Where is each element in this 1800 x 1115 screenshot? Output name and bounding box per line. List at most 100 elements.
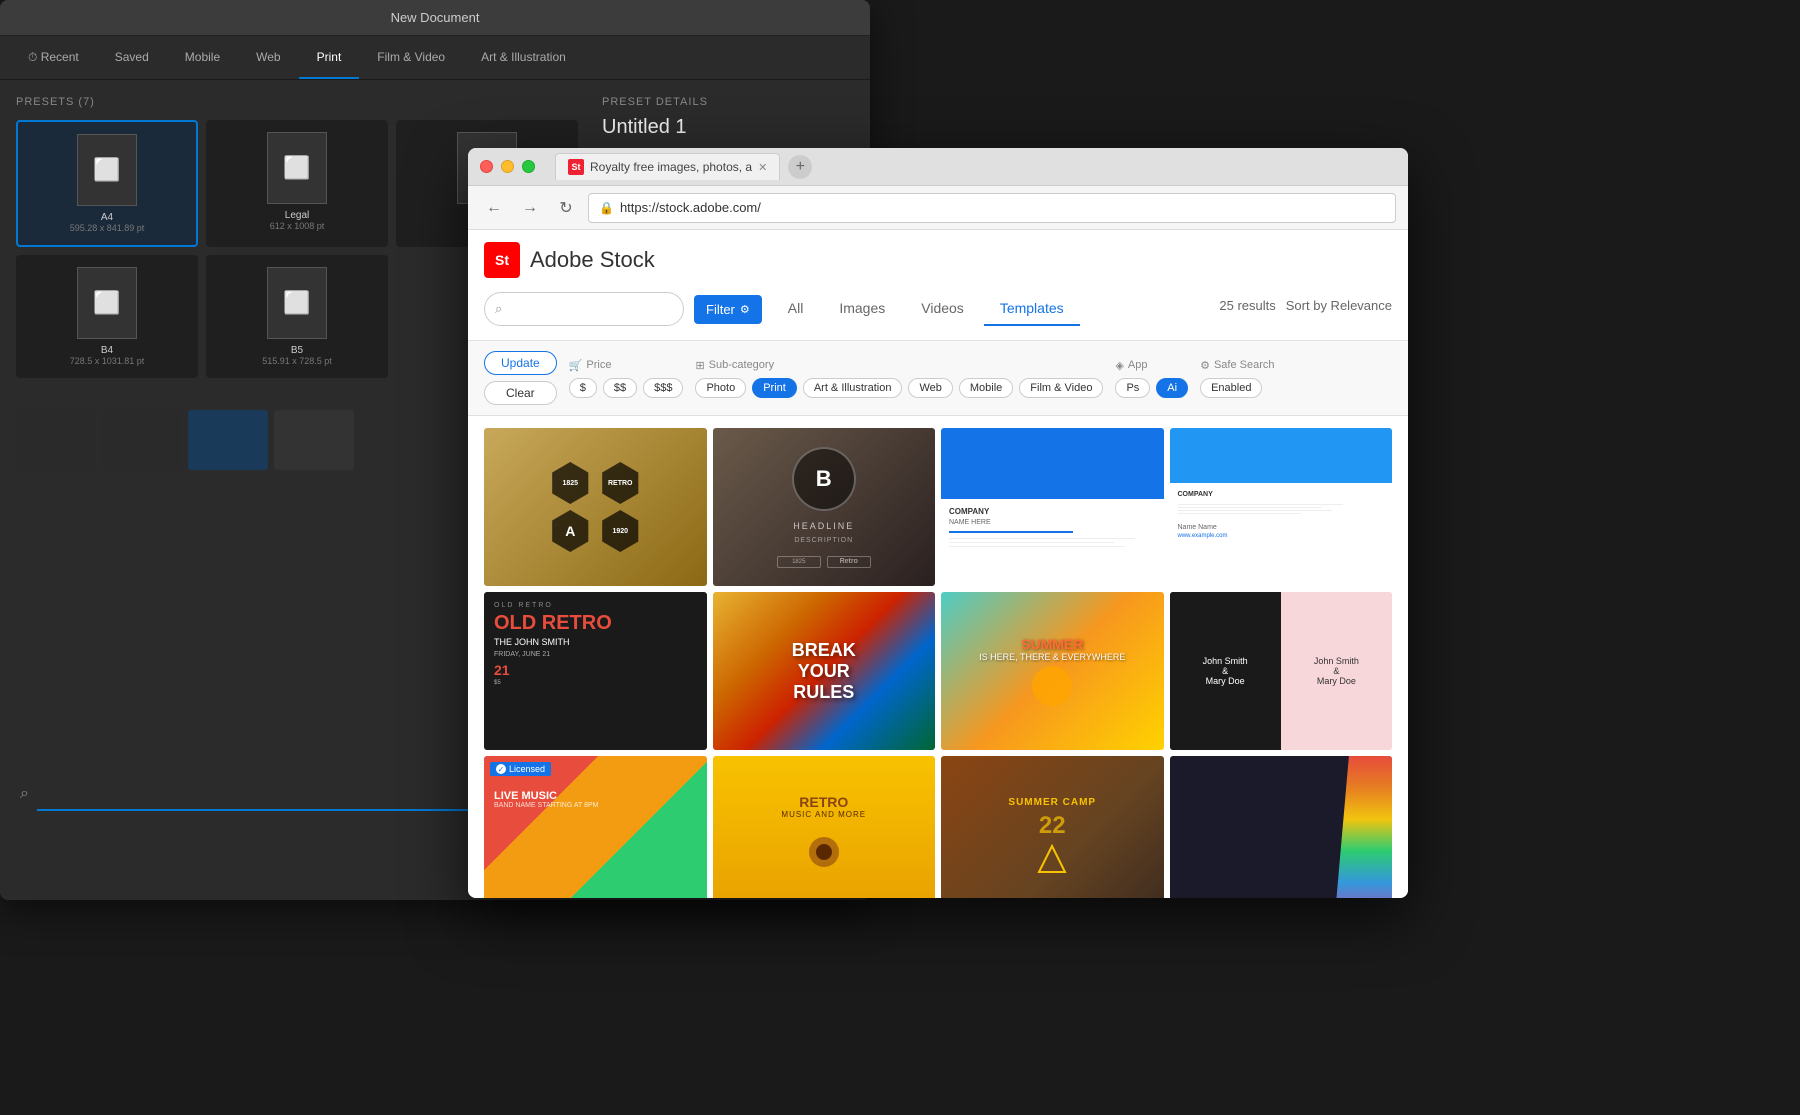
- tab-label: Royalty free images, photos, a: [590, 160, 752, 174]
- stock-item-4[interactable]: COMPANY Name Name www.example.com: [1170, 428, 1393, 586]
- tab-web[interactable]: Web: [238, 36, 298, 79]
- browser-window: St Royalty free images, photos, a ✕ + ← …: [468, 148, 1408, 898]
- stock-item-12[interactable]: [1170, 756, 1393, 898]
- sports-ball: [1032, 666, 1072, 706]
- stock-nav-tabs: All Images Videos Templates: [772, 292, 1080, 326]
- letterhead2-company: COMPANY: [1178, 491, 1385, 498]
- preset-name-a4: A4: [101, 212, 113, 223]
- maximize-button[interactable]: [522, 160, 535, 173]
- chip-print[interactable]: Print: [752, 378, 797, 398]
- gear-icon: ⚙: [1200, 359, 1210, 372]
- tab-print[interactable]: Print: [299, 36, 360, 79]
- preset-legal[interactable]: ⬜ Legal 612 x 1008 pt: [206, 120, 388, 247]
- badge-sub: DESCRIPTION: [794, 537, 853, 544]
- tab-close-button[interactable]: ✕: [758, 161, 767, 174]
- chip-film-video[interactable]: Film & Video: [1019, 378, 1103, 398]
- tab-film-video[interactable]: Film & Video: [359, 36, 463, 79]
- sort-dropdown[interactable]: Sort by Relevance: [1286, 298, 1392, 321]
- tab-templates[interactable]: Templates: [984, 292, 1080, 326]
- badge-circle-b: B: [792, 447, 856, 511]
- preset-details-title: Untitled 1: [602, 116, 846, 139]
- minimize-button[interactable]: [501, 160, 514, 173]
- stock-search-box[interactable]: ⌕: [484, 292, 684, 326]
- preset-b5[interactable]: ⬜ B5 515.91 x 728.5 pt: [206, 255, 388, 378]
- update-button[interactable]: Update: [484, 351, 557, 375]
- tab-mobile[interactable]: Mobile: [167, 36, 238, 79]
- stock-item-3[interactable]: COMPANY NAME HERE: [941, 428, 1164, 586]
- preset-icon-legal: ⬜: [267, 132, 327, 204]
- thumbnail-4[interactable]: [274, 410, 354, 470]
- badge-hex-1825: 1825: [549, 462, 591, 504]
- chip-art-illustration[interactable]: Art & Illustration: [803, 378, 903, 398]
- chip-mobile[interactable]: Mobile: [959, 378, 1013, 398]
- thumbnail-1[interactable]: [16, 410, 96, 470]
- safe-search-filter: ⚙ Safe Search Enabled: [1200, 359, 1274, 398]
- letterhead2-name: Name Name: [1178, 524, 1385, 531]
- reload-button[interactable]: ↻: [552, 194, 580, 222]
- preset-size-a4: 595.28 x 841.89 pt: [70, 223, 145, 233]
- preset-icon-b4: ⬜: [77, 267, 137, 339]
- badge-year-1825: 1825: [777, 556, 821, 568]
- adobe-stock-content: St Adobe Stock ⌕ Filter ⚙ All: [468, 230, 1408, 898]
- chip-ps[interactable]: Ps: [1115, 378, 1150, 398]
- preset-details-label: PRESET DETAILS: [602, 96, 846, 108]
- price-chip-3[interactable]: $$$: [643, 378, 683, 398]
- stock-item-2[interactable]: B HEADLINE DESCRIPTION 1825 Retro: [713, 428, 936, 586]
- filter-action-buttons: Update Clear: [484, 351, 557, 405]
- back-button[interactable]: ←: [480, 194, 508, 222]
- new-tab-button[interactable]: +: [788, 155, 812, 179]
- preset-a4[interactable]: ⬜ A4 595.28 x 841.89 pt: [16, 120, 198, 247]
- chip-enabled[interactable]: Enabled: [1200, 378, 1262, 398]
- retro-price: $5: [494, 680, 697, 686]
- clear-button[interactable]: Clear: [484, 381, 557, 405]
- stock-item-7[interactable]: SUMMER IS HERE, THERE & EVERYWHERE: [941, 592, 1164, 750]
- tab-videos[interactable]: Videos: [905, 292, 980, 326]
- grid-icon: ⊞: [695, 359, 704, 372]
- thumbnail-3[interactable]: [188, 410, 268, 470]
- badge-retro-text: Retro: [827, 556, 871, 568]
- tab-images[interactable]: Images: [823, 292, 901, 326]
- tab-saved[interactable]: Saved: [97, 36, 167, 79]
- stock-header: St Adobe Stock ⌕ Filter ⚙ All: [468, 230, 1408, 341]
- stock-item-8[interactable]: John Smith&Mary Doe John Smith&Mary Doe: [1170, 592, 1393, 750]
- stock-item-11[interactable]: SUMMER CAMP 22: [941, 756, 1164, 898]
- chip-web[interactable]: Web: [908, 378, 952, 398]
- camp-tent-icon: [1037, 844, 1067, 874]
- browser-tab[interactable]: St Royalty free images, photos, a ✕: [555, 153, 780, 180]
- chip-photo[interactable]: Photo: [695, 378, 746, 398]
- stock-item-6[interactable]: BREAKYOURRULES: [713, 592, 936, 750]
- preset-icon-b5: ⬜: [267, 267, 327, 339]
- price-chip-1[interactable]: $: [569, 378, 597, 398]
- sports-sub: IS HERE, THERE & EVERYWHERE: [979, 652, 1125, 662]
- tab-all[interactable]: All: [772, 292, 820, 326]
- badge-hex-retro: RETRO: [599, 462, 641, 504]
- tab-recent[interactable]: ⏱ Recent: [10, 36, 97, 79]
- stock-item-1[interactable]: 1825 RETRO A 1920: [484, 428, 707, 586]
- stock-item-9[interactable]: ✓ Licensed LIVE MUSIC BAND NAME STARTING…: [484, 756, 707, 898]
- forward-button[interactable]: →: [516, 194, 544, 222]
- filter-button[interactable]: Filter ⚙: [694, 295, 762, 324]
- wedding-names-right: John Smith&Mary Doe: [1314, 656, 1359, 686]
- preset-b4[interactable]: ⬜ B4 728.5 x 1031.81 pt: [16, 255, 198, 378]
- chip-ai[interactable]: Ai: [1156, 378, 1188, 398]
- stock-item-10[interactable]: RETRO MUSIC AND MORE: [713, 756, 936, 898]
- preset-size-b5: 515.91 x 728.5 pt: [262, 356, 332, 366]
- retro-day: 21: [494, 662, 697, 678]
- stock-logo: St: [484, 242, 520, 278]
- summer-camp-number: 22: [1039, 812, 1066, 840]
- preset-size-legal: 612 x 1008 pt: [270, 221, 325, 231]
- address-bar[interactable]: 🔒 https://stock.adobe.com/: [588, 193, 1396, 223]
- summer-camp-title: SUMMER CAMP: [1008, 797, 1096, 808]
- filter-button-label: Filter: [706, 302, 735, 317]
- badge-hex-1920: 1920: [599, 510, 641, 552]
- cart-icon: 🛒: [569, 359, 583, 372]
- preset-size-b4: 728.5 x 1031.81 pt: [70, 356, 145, 366]
- price-chip-2[interactable]: $$: [603, 378, 637, 398]
- sports-title: SUMMER: [1021, 636, 1083, 652]
- close-button[interactable]: [480, 160, 493, 173]
- preset-name-legal: Legal: [285, 210, 309, 221]
- stock-item-5[interactable]: OLD RETRO OLD RETRO THE JOHN SMITH FRIDA…: [484, 592, 707, 750]
- stock-search-input[interactable]: [508, 302, 673, 316]
- thumbnail-2[interactable]: [102, 410, 182, 470]
- tab-art-illustration[interactable]: Art & Illustration: [463, 36, 584, 79]
